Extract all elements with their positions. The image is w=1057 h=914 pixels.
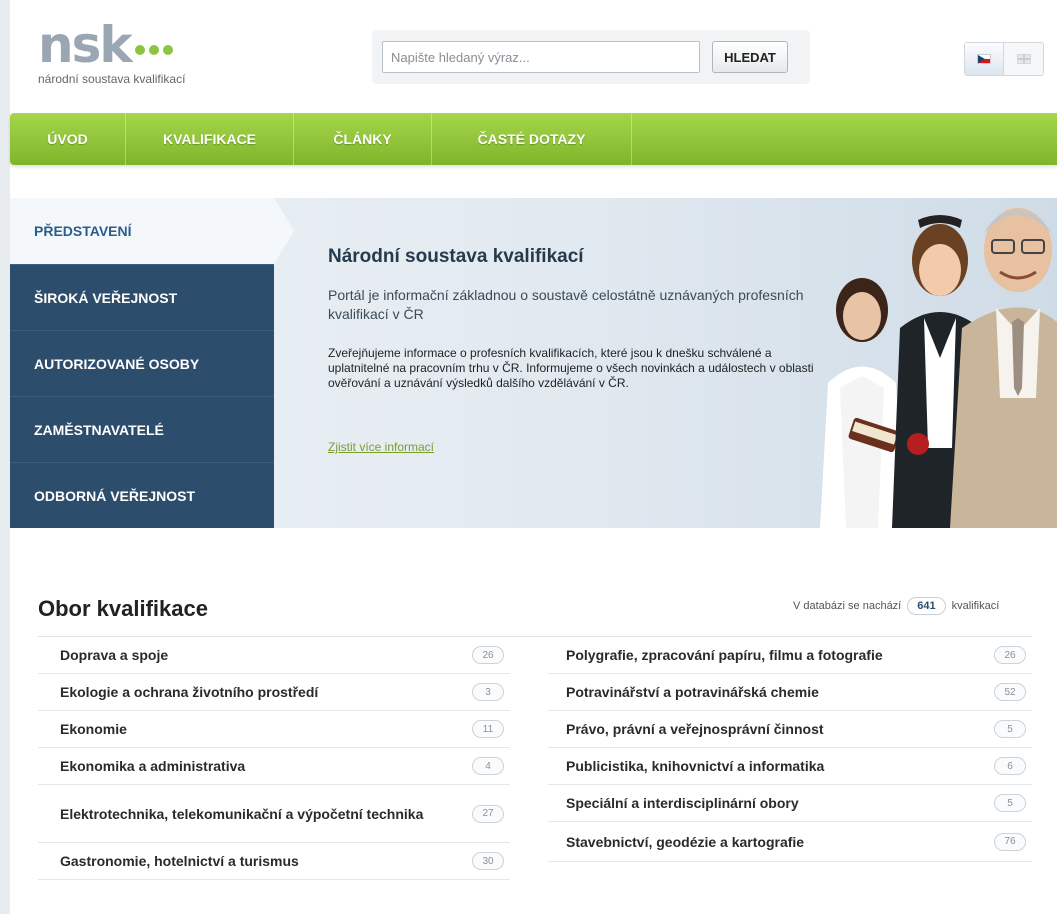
- nav-item-kvalifikace[interactable]: KVALIFIKACE: [126, 113, 294, 165]
- count-badge: 3: [472, 683, 504, 701]
- obor-list-right: Polygrafie, zpracování papíru, filmu a f…: [548, 637, 1032, 862]
- search-button[interactable]: HLEDAT: [712, 41, 788, 73]
- list-item-label: Stavebnictví, geodézie a kartografie: [566, 833, 805, 850]
- count-badge: 52: [994, 683, 1026, 701]
- list-item-label: Ekonomie: [60, 721, 127, 737]
- count-badge: 5: [994, 720, 1026, 738]
- language-switcher: [964, 42, 1044, 76]
- czech-flag-icon: [977, 54, 991, 64]
- hero-title: Národní soustava kvalifikací: [328, 246, 584, 267]
- list-item-label: Potravinářství a potravinářská chemie: [566, 684, 819, 700]
- db-count-badge: 641: [907, 597, 946, 615]
- database-count-info: V databázi se nachází 641 kvalifikací: [793, 597, 999, 615]
- list-item-label: Doprava a spoje: [60, 647, 169, 663]
- hero-text: Zveřejňujeme informace o profesních kval…: [328, 346, 814, 390]
- active-arrow-icon: [274, 198, 294, 264]
- audience-menu: PŘEDSTAVENÍ ŠIROKÁ VEŘEJNOST AUTORIZOVAN…: [10, 198, 294, 528]
- sidebar-item-siroka-verejnost[interactable]: ŠIROKÁ VEŘEJNOST: [10, 264, 274, 330]
- sidebar-item-odborna-verejnost[interactable]: ODBORNÁ VEŘEJNOST: [10, 462, 274, 528]
- list-item[interactable]: Gastronomie, hotelnictví a turismus 30: [38, 843, 510, 880]
- more-info-link[interactable]: Zjistit více informací: [328, 440, 434, 454]
- sidebar-item-autorizovane-osoby[interactable]: AUTORIZOVANÉ OSOBY: [10, 330, 274, 396]
- list-item-label: Speciální a interdisciplinární obory: [566, 795, 799, 811]
- hero-lead: Portál je informační základnou o soustav…: [328, 287, 804, 322]
- list-item[interactable]: Publicistika, knihovnictví a informatika…: [548, 748, 1032, 785]
- count-badge: 26: [994, 646, 1026, 664]
- count-badge: 26: [472, 646, 504, 664]
- list-item[interactable]: Ekonomie 11: [38, 711, 510, 748]
- count-badge: 30: [472, 852, 504, 870]
- count-badge: 11: [472, 720, 504, 738]
- logo-dots-icon: [134, 45, 173, 55]
- list-item[interactable]: Elektrotechnika, telekomunikační a výpoč…: [38, 785, 510, 843]
- nav-item-clanky[interactable]: ČLÁNKY: [294, 113, 432, 165]
- page: nsk národní soustava kvalifikací HLEDAT …: [0, 0, 1057, 914]
- list-item-label: Právo, právní a veřejnosprávní činnost: [566, 721, 824, 737]
- sidebar-item-predstaveni[interactable]: PŘEDSTAVENÍ: [10, 198, 274, 264]
- language-czech[interactable]: [965, 43, 1005, 75]
- db-count-suffix: kvalifikací: [951, 600, 1000, 612]
- list-item[interactable]: Speciální a interdisciplinární obory 5: [548, 785, 1032, 822]
- list-item-label: Gastronomie, hotelnictví a turismus: [60, 853, 299, 869]
- count-badge: 27: [472, 804, 504, 823]
- logo-text: nsk: [38, 16, 133, 74]
- uk-flag-icon: [1016, 54, 1031, 64]
- list-item[interactable]: Právo, právní a veřejnosprávní činnost 5: [548, 711, 1032, 748]
- count-badge: 6: [994, 757, 1026, 775]
- main-nav: ÚVOD KVALIFIKACE ČLÁNKY ČASTÉ DOTAZY: [10, 113, 1057, 165]
- nav-item-uvod[interactable]: ÚVOD: [10, 113, 126, 165]
- sidebar-item-zamestnavatele[interactable]: ZAMĚSTNAVATELÉ: [10, 396, 274, 462]
- db-count-prefix: V databázi se nachází: [793, 600, 902, 612]
- list-item-label: Ekologie a ochrana životního prostředí: [60, 684, 319, 700]
- search-box: HLEDAT: [372, 30, 810, 84]
- list-item[interactable]: Potravinářství a potravinářská chemie 52: [548, 674, 1032, 711]
- list-item-label: Ekonomika a administrativa: [60, 758, 246, 774]
- list-item-label: Elektrotechnika, telekomunikační a výpoč…: [60, 805, 424, 822]
- site-logo[interactable]: nsk národní soustava kvalifikací: [38, 16, 186, 86]
- list-item[interactable]: Ekonomika a administrativa 4: [38, 748, 510, 785]
- section-title: Obor kvalifikace: [38, 596, 208, 621]
- search-input[interactable]: [382, 41, 700, 73]
- list-item[interactable]: Stavebnictví, geodézie a kartografie 76: [548, 822, 1032, 862]
- count-badge: 76: [994, 832, 1026, 851]
- count-badge: 4: [472, 757, 504, 775]
- list-item-label: Publicistika, knihovnictví a informatika: [566, 758, 825, 774]
- list-item[interactable]: Ekologie a ochrana životního prostředí 3: [38, 674, 510, 711]
- obor-list-left: Doprava a spoje 26 Ekologie a ochrana ži…: [38, 637, 510, 880]
- hero-people-image: [820, 208, 1057, 528]
- list-item[interactable]: Doprava a spoje 26: [38, 637, 510, 674]
- list-item-label: Polygrafie, zpracování papíru, filmu a f…: [566, 647, 883, 663]
- language-english[interactable]: [1004, 43, 1043, 75]
- hero-banner: PŘEDSTAVENÍ ŠIROKÁ VEŘEJNOST AUTORIZOVAN…: [10, 198, 1057, 528]
- logo-subtitle: národní soustava kvalifikací: [38, 72, 186, 86]
- logo-mark: nsk: [38, 16, 185, 74]
- count-badge: 5: [994, 794, 1026, 812]
- nav-item-caste-dotazy[interactable]: ČASTÉ DOTAZY: [432, 113, 632, 165]
- list-item[interactable]: Polygrafie, zpracování papíru, filmu a f…: [548, 637, 1032, 674]
